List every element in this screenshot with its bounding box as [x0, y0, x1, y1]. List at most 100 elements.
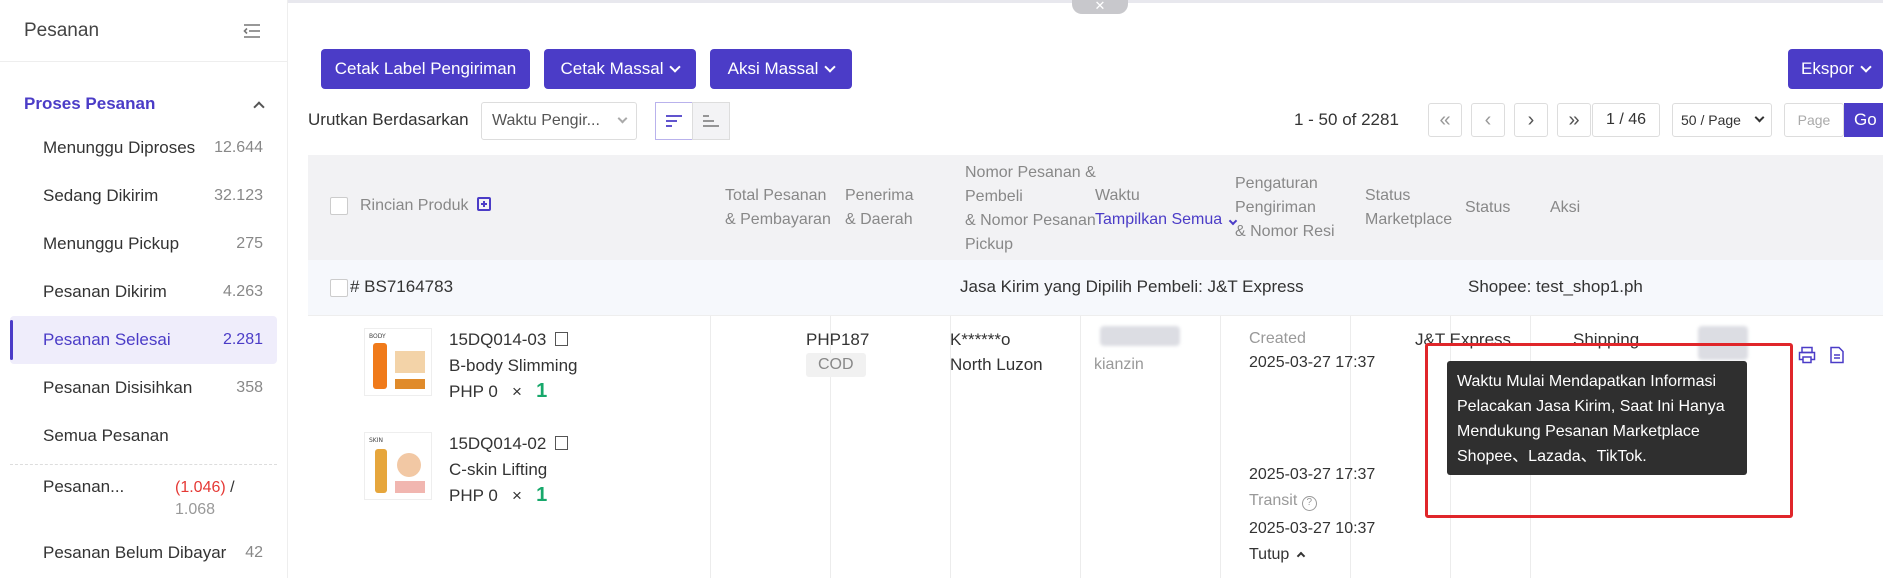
- chevron-down-icon: [617, 113, 628, 124]
- product-price: PHP 0: [449, 486, 498, 505]
- chevron-up-icon: [253, 101, 265, 113]
- buyer-partial: kianzin: [1094, 356, 1144, 373]
- goto-placeholder: Page: [1797, 112, 1831, 128]
- document-icon[interactable]: [1828, 346, 1846, 364]
- sidebar-item-sent[interactable]: Pesanan Dikirim 4.263: [10, 268, 277, 316]
- button-label: Go: [1854, 110, 1877, 129]
- sku-text: 15DQ014-03: [449, 330, 547, 349]
- sidebar-item-label: Pesanan Selesai: [43, 330, 171, 349]
- times-sign: ×: [512, 382, 522, 401]
- goto-page-input[interactable]: Page: [1784, 103, 1844, 137]
- sidebar-item-label: Pesanan Dikirim: [43, 282, 167, 301]
- order-total: PHP187: [806, 330, 870, 349]
- double-chevron-right-icon: »: [1568, 108, 1580, 131]
- order-checkbox[interactable]: [330, 279, 348, 297]
- sort-desc-icon: [666, 115, 682, 127]
- print-icon[interactable]: [1798, 346, 1816, 364]
- buyer-id-redacted: [1100, 326, 1180, 346]
- header-label: Pickup: [965, 236, 1014, 253]
- sidebar-item-waiting[interactable]: Menunggu Diproses 12.644: [10, 124, 277, 172]
- sort-asc-button[interactable]: [692, 102, 730, 140]
- page-size-value: 50 / Page: [1681, 112, 1741, 128]
- count-pending: (1.046): [175, 479, 226, 496]
- bulk-action-button[interactable]: Aksi Massal: [710, 49, 852, 89]
- page-input-value: 1 / 46: [1605, 111, 1647, 128]
- print-shipping-label-button[interactable]: Cetak Label Pengiriman: [321, 49, 530, 89]
- shop-name: Shopee: test_shop1.ph: [1468, 277, 1643, 296]
- picture-icon: [555, 436, 569, 450]
- collapse-close-icon[interactable]: ✕: [1072, 0, 1128, 14]
- product-name[interactable]: C-skin Lifting: [449, 460, 547, 480]
- header-label: & Nomor Resi: [1235, 223, 1335, 240]
- header-label: Pengiriman: [1235, 199, 1316, 216]
- recipient-region: North Luzon: [950, 355, 1043, 374]
- sidebar-section-process[interactable]: Proses Pesanan: [0, 84, 287, 124]
- header-label: Nomor Pesanan &: [965, 164, 1096, 181]
- product-image[interactable]: BODY: [364, 328, 432, 396]
- select-all-checkbox[interactable]: [330, 197, 348, 215]
- time-2: 2025-03-27 17:37: [1249, 466, 1376, 483]
- sidebar-item-all[interactable]: Semua Pesanan: [10, 412, 277, 460]
- product-thumbnail-lifting: SKIN: [365, 433, 431, 499]
- chevron-up-icon: [1296, 551, 1306, 561]
- bulk-print-button[interactable]: Cetak Massal: [544, 49, 696, 89]
- product-sku: 15DQ014-03: [449, 330, 569, 350]
- count-separator: /: [225, 479, 235, 496]
- page-size-select[interactable]: 50 / Page: [1672, 103, 1772, 137]
- sidebar-item-count: 32.123: [214, 187, 263, 204]
- chevron-right-icon: ›: [1527, 108, 1535, 131]
- sidebar-item-label: Pesanan...: [43, 477, 125, 496]
- sort-select[interactable]: Waktu Pengir...: [481, 102, 637, 140]
- collapse-menu-icon[interactable]: [243, 23, 261, 39]
- double-chevron-left-icon: «: [1439, 108, 1451, 131]
- sidebar-item-count: 358: [236, 379, 263, 396]
- sidebar-item-label: Semua Pesanan: [43, 426, 169, 445]
- page-input[interactable]: 1 / 46: [1592, 103, 1660, 137]
- pagination-range: 1 - 50 of 2281: [1294, 110, 1399, 129]
- sidebar-item-shipping[interactable]: Sedang Dikirim 32.123: [10, 172, 277, 220]
- product-price-qty: PHP 0 × 1: [449, 380, 547, 403]
- next-page-button[interactable]: ›: [1514, 103, 1548, 137]
- last-page-button[interactable]: »: [1557, 103, 1591, 137]
- sidebar-title: Pesanan: [24, 19, 100, 41]
- chevron-down-icon: [824, 60, 837, 73]
- product-sku: 15DQ014-02: [449, 434, 569, 454]
- sidebar-item-set-aside[interactable]: Pesanan Disisihkan 358: [10, 364, 277, 412]
- sidebar-item-pickup[interactable]: Menunggu Pickup 275: [10, 220, 277, 268]
- sidebar-item-unpaid[interactable]: Pesanan Belum Dibayar 42: [10, 529, 277, 577]
- order-header-row: # BS7164783 Jasa Kirim yang Dipilih Pemb…: [308, 260, 1883, 316]
- header-label: Aksi: [1550, 199, 1581, 216]
- show-all-time-link[interactable]: Tampilkan Semua: [1095, 211, 1237, 228]
- header-order-number: Nomor Pesanan & Pembeli & Nomor Pesanan Pic…: [965, 161, 1096, 257]
- sort-desc-button[interactable]: [655, 102, 693, 140]
- header-label: Status: [1365, 187, 1411, 204]
- collapse-link[interactable]: Tutup: [1249, 546, 1306, 564]
- export-button[interactable]: Ekspor: [1788, 49, 1883, 89]
- header-time: Waktu Tampilkan Semua: [1095, 184, 1237, 232]
- sidebar-item-completed[interactable]: Pesanan Selesai 2.281: [10, 316, 277, 364]
- prev-page-button[interactable]: ‹: [1471, 103, 1505, 137]
- sidebar-item-other[interactable]: Pesanan... (1.046) / 1.068: [10, 469, 277, 529]
- header-marketplace-status: Status Marketplace: [1365, 184, 1452, 232]
- product-qty: 1: [536, 380, 548, 402]
- sidebar: Pesanan Proses Pesanan Menunggu Diproses…: [0, 0, 288, 578]
- header-status: Status: [1465, 196, 1510, 220]
- first-page-button[interactable]: «: [1428, 103, 1462, 137]
- sidebar-item-label: Menunggu Diproses: [43, 138, 196, 157]
- help-circle-icon[interactable]: ?: [1301, 496, 1317, 511]
- go-button[interactable]: Go: [1844, 103, 1883, 137]
- chevron-down-icon: [669, 60, 682, 73]
- courier-note: Jasa Kirim yang Dipilih Pembeli: J&T Exp…: [960, 277, 1304, 296]
- header-label: Pembeli: [965, 188, 1023, 205]
- sidebar-divider: [10, 464, 277, 465]
- sidebar-item-count: 275: [236, 235, 263, 252]
- expand-all-icon[interactable]: [476, 197, 491, 211]
- product-name[interactable]: B-body Slimming: [449, 356, 578, 376]
- header-label: Status: [1465, 199, 1511, 216]
- header-label: Total Pesanan: [725, 187, 827, 204]
- product-price-qty: PHP 0 × 1: [449, 484, 547, 507]
- header-label: & Nomor Pesanan: [965, 212, 1096, 229]
- product-image[interactable]: SKIN: [364, 432, 432, 500]
- sort-selected-value: Waktu Pengir...: [492, 112, 600, 129]
- button-label: Aksi Massal: [727, 59, 819, 78]
